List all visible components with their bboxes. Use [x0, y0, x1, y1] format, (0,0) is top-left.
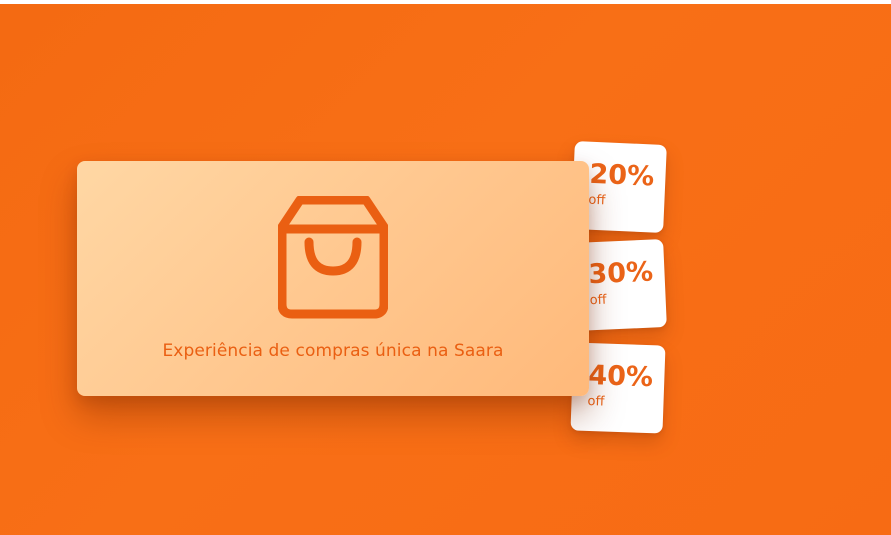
shopping-experience-card: Experiência de compras única na Saara	[77, 161, 589, 396]
coupon-off-label: off	[587, 393, 605, 410]
promo-scene: 20% off 30% off 40% off Experiência de c…	[0, 4, 891, 535]
shopping-bag-icon	[278, 196, 388, 319]
coupon-percent: 30%	[587, 256, 654, 291]
coupon-off-label: off	[588, 192, 606, 209]
coupon-off-label: off	[589, 292, 607, 309]
coupon-percent: 20%	[588, 158, 655, 193]
coupon-percent: 40%	[587, 359, 654, 394]
promo-caption: Experiência de compras única na Saara	[162, 341, 504, 361]
